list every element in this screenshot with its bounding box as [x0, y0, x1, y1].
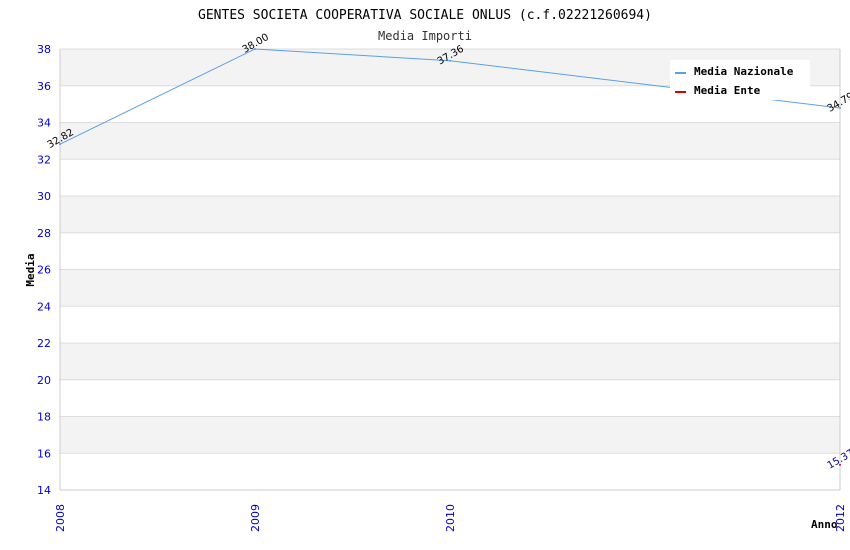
- legend: Media Nazionale Media Ente: [670, 60, 810, 100]
- y-tick-label: 14: [37, 484, 51, 497]
- y-tick-label: 26: [37, 264, 51, 277]
- y-tick-label: 36: [37, 80, 51, 93]
- y-tick-label: 16: [37, 447, 51, 460]
- plot-bands: [60, 49, 840, 454]
- line-chart: GENTES SOCIETA COOPERATIVA SOCIALE ONLUS…: [24, 8, 850, 532]
- y-tick-label: 30: [37, 190, 51, 203]
- y-axis-ticks: 14 16 18 20 22 24 26 28 30 32 34 36 38: [37, 43, 51, 497]
- data-label-media-nazionale: 34.79: [826, 91, 850, 115]
- plot-band: [60, 122, 840, 160]
- plot-band: [60, 269, 840, 307]
- chart-subtitle: Media Importi: [378, 29, 472, 43]
- x-tick-label: 2010: [444, 504, 457, 532]
- series-layer: [59, 48, 841, 466]
- y-tick-label: 24: [37, 300, 51, 313]
- x-axis-label: Anno: [811, 518, 838, 531]
- plot-band: [60, 343, 840, 380]
- x-tick-label: 2009: [249, 504, 262, 532]
- y-tick-label: 38: [37, 43, 51, 56]
- y-axis-label: Media: [24, 253, 37, 286]
- x-tick-label: 2008: [54, 504, 67, 532]
- x-axis-ticks: 2008 2009 2010 2012: [54, 504, 847, 532]
- y-tick-label: 18: [37, 411, 51, 424]
- chart-title: GENTES SOCIETA COOPERATIVA SOCIALE ONLUS…: [198, 8, 652, 23]
- y-tick-label: 34: [37, 117, 51, 130]
- y-tick-label: 20: [37, 374, 51, 387]
- legend-label-media-ente: Media Ente: [694, 84, 761, 97]
- y-tick-label: 28: [37, 227, 51, 240]
- plot-band: [60, 196, 840, 233]
- plot-band: [60, 416, 840, 454]
- legend-label-media-nazionale: Media Nazionale: [694, 65, 794, 78]
- y-tick-label: 32: [37, 153, 51, 166]
- y-tick-label: 22: [37, 337, 51, 350]
